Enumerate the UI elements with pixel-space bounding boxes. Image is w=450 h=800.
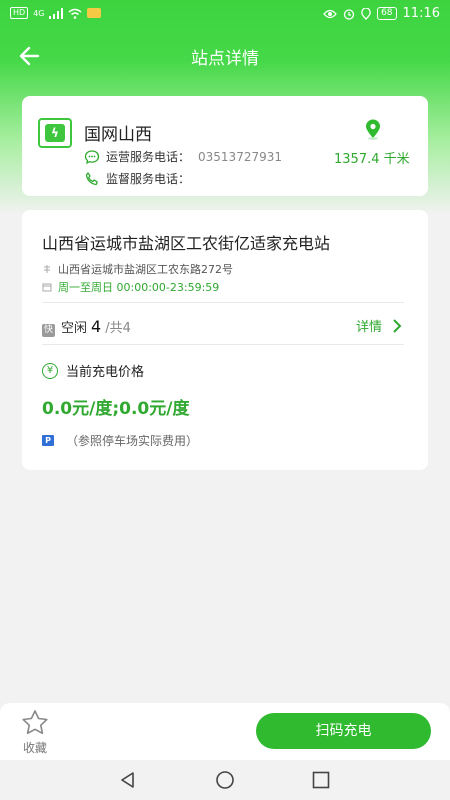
ops-phone-label: 运营服务电话： — [106, 150, 191, 164]
divider — [42, 302, 404, 303]
system-navigation-bar — [0, 760, 450, 800]
eye-icon — [323, 9, 337, 18]
lightning-icon: ϟ — [45, 124, 65, 142]
detail-label: 详情 — [355, 320, 382, 335]
location-pin-icon[interactable] — [362, 118, 384, 140]
ops-phone-row[interactable]: 运营服务电话： 03513727931 — [84, 148, 282, 165]
fast-badge: 快 — [42, 324, 56, 337]
clock: 11:16 — [402, 6, 440, 21]
station-card: 山西省运城市盐湖区工农街亿适家充电站 山西省运城市盐湖区工农东路272号 周一至… — [22, 210, 428, 470]
station-name: 山西省运城市盐湖区工农街亿适家充电站 — [42, 234, 331, 253]
bottom-action-bar: 收藏 扫码充电 — [0, 703, 450, 760]
location-status-icon — [361, 7, 371, 20]
opening-hours: 周一至周日 00:00:00-23:59:59 — [58, 281, 220, 294]
operator-card: ϟ 国网山西 运营服务电话： 03513727931 监督服务电话： 1357.… — [22, 96, 428, 196]
wifi-icon — [69, 8, 82, 19]
favorite-label: 收藏 — [22, 741, 47, 755]
phone-icon — [85, 171, 98, 185]
recents-square-icon[interactable] — [311, 770, 331, 790]
idle-count: 4 — [91, 317, 102, 336]
back-triangle-icon[interactable] — [118, 770, 138, 790]
mail-icon — [87, 8, 102, 18]
total-count: /共4 — [105, 321, 131, 336]
charging-price: 0.0元/度;0.0元/度 — [42, 399, 190, 419]
distance-label: 1357.4 千米 — [334, 152, 410, 167]
page-title: 站点详情 — [191, 49, 259, 69]
parking-note: （参照停车场实际费用） — [66, 434, 199, 448]
ops-phone-number[interactable]: 03513727931 — [198, 150, 282, 164]
divider — [42, 344, 404, 345]
navigation-bar: 站点详情 — [0, 34, 450, 78]
yen-icon: ¥ — [42, 362, 58, 379]
network-indicator: 4G — [33, 8, 45, 18]
favorite-button[interactable]: 收藏 — [18, 709, 52, 755]
hours-row: 周一至周日 00:00:00-23:59:59 — [42, 279, 219, 295]
supervise-phone-row[interactable]: 监督服务电话： — [84, 170, 190, 187]
hd-indicator: HD — [10, 7, 29, 19]
supervise-phone-label: 监督服务电话： — [106, 172, 191, 186]
status-bar: HD 4G 68 11:16 — [0, 0, 450, 28]
calendar-icon — [42, 283, 52, 292]
star-icon — [22, 710, 48, 735]
alarm-icon — [343, 8, 355, 20]
station-address: 山西省运城市盐湖区工农东路272号 — [58, 263, 233, 276]
home-circle-icon[interactable] — [215, 770, 235, 790]
chevron-right-icon — [393, 318, 402, 333]
parking-row: P （参照停车场实际费用） — [42, 432, 198, 449]
idle-label: 空闲 — [61, 321, 88, 336]
operator-logo: ϟ — [38, 118, 72, 148]
battery-indicator: 68 — [377, 7, 397, 20]
chat-icon — [84, 149, 100, 164]
fast-charger-status: 快 空闲 4 /共4 — [42, 317, 131, 337]
price-label: 当前充电价格 — [66, 365, 145, 380]
price-header: ¥ 当前充电价格 — [42, 361, 144, 380]
parking-icon: P — [42, 435, 54, 446]
address-row: 山西省运城市盐湖区工农东路272号 — [42, 261, 233, 277]
detail-link[interactable]: 详情 — [356, 316, 402, 335]
scan-to-charge-button[interactable]: 扫码充电 — [256, 713, 431, 749]
address-icon — [44, 265, 50, 273]
signal-icon — [49, 7, 64, 19]
operator-name: 国网山西 — [84, 125, 152, 145]
